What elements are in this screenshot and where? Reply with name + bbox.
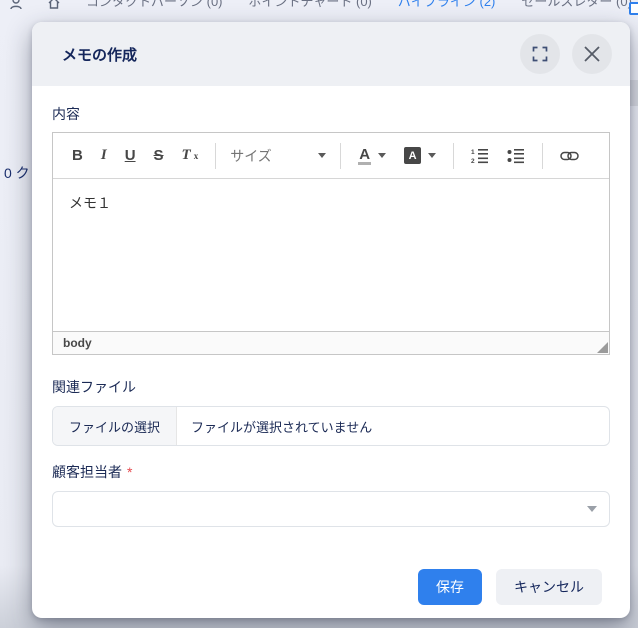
svg-text:2: 2 — [471, 158, 475, 164]
dialog-header: メモの作成 — [32, 22, 630, 86]
chevron-down-icon — [378, 153, 386, 158]
home-icon — [48, 0, 60, 10]
background-tab: ポイントチャート (0) — [249, 0, 372, 10]
customer-contact-label-row: 顧客担当者 * — [52, 462, 610, 482]
toolbar-divider — [215, 143, 216, 169]
text-color-button[interactable]: A — [351, 143, 393, 169]
numbered-list-icon: 1 2 — [471, 148, 489, 164]
text-color-icon: A — [358, 147, 371, 165]
svg-text:1: 1 — [471, 149, 475, 156]
insert-link-button[interactable] — [553, 146, 586, 166]
required-asterisk: * — [127, 464, 132, 480]
toolbar-divider — [542, 143, 543, 169]
underline-button[interactable]: U — [118, 143, 143, 168]
bullet-list-icon — [507, 148, 525, 164]
remove-format-x: x — [194, 151, 199, 161]
background-tab-strip: コンタクトパーソン (0) ポイントチャート (0) パイプライン (2) セー… — [10, 0, 632, 10]
italic-button[interactable]: I — [94, 143, 114, 168]
remove-format-button[interactable]: Tx — [175, 143, 206, 168]
save-button[interactable]: 保存 — [418, 569, 482, 605]
rich-text-editor: B I U S Tx サイズ A A — [52, 132, 610, 355]
dialog-actions: 保存 キャンセル — [52, 569, 610, 605]
font-size-label: サイズ — [230, 146, 314, 166]
bullet-list-button[interactable] — [500, 144, 532, 168]
cancel-button[interactable]: キャンセル — [496, 569, 602, 605]
chevron-down-icon — [428, 153, 436, 158]
related-files-label: 関連ファイル — [52, 377, 610, 397]
background-clipped-text: 0 ク — [4, 163, 30, 183]
close-button[interactable] — [572, 34, 612, 74]
strikethrough-button[interactable]: S — [147, 143, 171, 168]
dialog-body: 内容 B I U S Tx サイズ A A — [32, 104, 630, 605]
editor-text-area[interactable]: メモ１ — [53, 179, 609, 331]
background-color-icon: A — [404, 147, 421, 164]
numbered-list-button[interactable]: 1 2 — [464, 144, 496, 168]
chevron-down-icon — [587, 506, 597, 512]
create-memo-dialog: メモの作成 内容 B I U S T — [32, 22, 630, 618]
customer-contact-label: 顧客担当者 — [52, 464, 122, 480]
link-icon — [560, 150, 579, 162]
customer-contact-select[interactable] — [52, 491, 610, 527]
background-checkbox-fragment — [629, 2, 638, 15]
expand-button[interactable] — [520, 34, 560, 74]
chevron-down-icon — [318, 153, 326, 158]
background-panel-edge — [630, 80, 638, 106]
close-icon — [583, 45, 601, 63]
editor-element-path-bar: body — [53, 331, 609, 354]
editor-toolbar: B I U S Tx サイズ A A — [53, 133, 609, 179]
font-size-dropdown[interactable]: サイズ — [226, 142, 330, 170]
file-input[interactable]: ファイルの選択 ファイルが選択されていません — [52, 406, 610, 446]
background-tab: セールスレター (0) — [521, 0, 632, 10]
toolbar-divider — [340, 143, 341, 169]
background-color-button[interactable]: A — [397, 143, 443, 168]
resize-handle-icon[interactable] — [597, 342, 608, 353]
background-tab-active: パイプライン (2) — [398, 0, 496, 10]
toolbar-divider — [453, 143, 454, 169]
choose-file-button[interactable]: ファイルの選択 — [53, 407, 177, 445]
file-status-text: ファイルが選択されていません — [177, 417, 372, 436]
person-icon — [10, 0, 22, 10]
fullscreen-icon — [532, 46, 548, 62]
element-path-label[interactable]: body — [63, 336, 92, 350]
remove-format-t: T — [182, 147, 191, 164]
bold-button[interactable]: B — [65, 143, 90, 168]
editor-text: メモ１ — [69, 195, 111, 211]
content-label: 内容 — [52, 104, 610, 124]
dialog-title: メモの作成 — [62, 44, 508, 65]
background-tab: コンタクトパーソン (0) — [86, 0, 223, 10]
